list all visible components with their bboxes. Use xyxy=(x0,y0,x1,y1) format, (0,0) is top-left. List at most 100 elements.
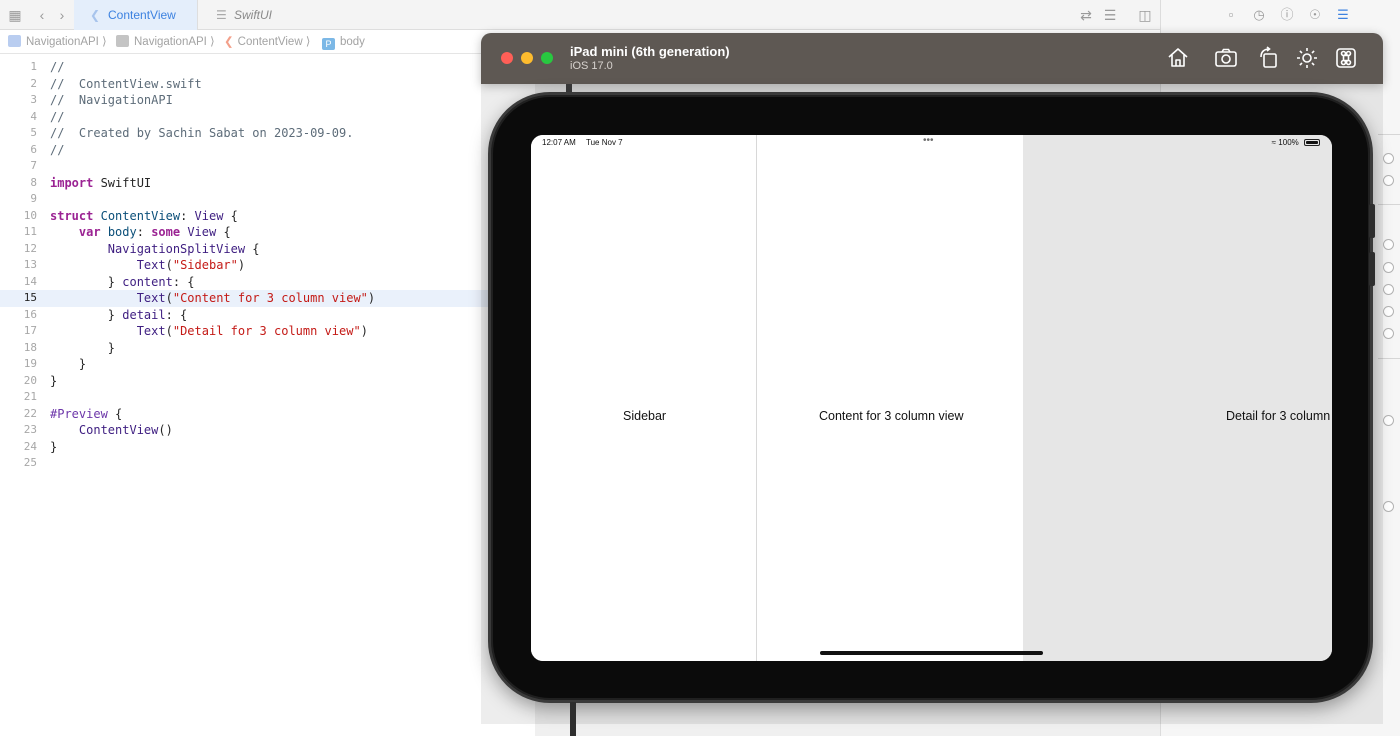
code-line[interactable]: 1 // xyxy=(0,59,490,76)
code-line[interactable]: 10 struct ContentView: View { xyxy=(0,208,490,225)
line-number: 15 xyxy=(23,291,37,304)
code-text: // xyxy=(50,142,65,157)
code-text: // NavigationAPI xyxy=(50,93,173,107)
help-icon[interactable]: ⓘ xyxy=(1279,7,1295,23)
home-indicator[interactable] xyxy=(820,651,1043,655)
code-line[interactable]: 20} xyxy=(0,373,490,390)
simulator-title-bar[interactable]: iPad mini (6th generation) iOS 17.0 xyxy=(481,33,1383,84)
code-line[interactable]: 25 xyxy=(0,455,490,472)
radio-button[interactable] xyxy=(1383,175,1394,186)
radio-button[interactable] xyxy=(1383,306,1394,317)
radio-button[interactable] xyxy=(1383,328,1394,339)
code-line[interactable]: 3 // NavigationAPI xyxy=(0,92,490,109)
code-line[interactable]: 11 var body: some View { xyxy=(0,224,490,241)
line-number: 16 xyxy=(23,307,37,321)
line-number: 3 xyxy=(30,93,37,106)
sidebar-column[interactable]: Sidebar xyxy=(531,135,757,661)
code-line[interactable]: 9 xyxy=(0,191,490,208)
code-line[interactable]: 16 } detail: { xyxy=(0,307,490,324)
radio-button[interactable] xyxy=(1383,153,1394,164)
code-text: Text("Sidebar") xyxy=(136,258,246,272)
code-line[interactable]: 24} xyxy=(0,439,490,456)
accessibility-icon[interactable]: ☉ xyxy=(1307,7,1323,23)
forward-chevron-icon[interactable]: › xyxy=(54,7,70,23)
detail-column[interactable]: Detail for 3 column view xyxy=(1023,135,1332,661)
zoom-window-button[interactable] xyxy=(541,52,553,64)
code-text: } xyxy=(50,357,87,371)
breadcrumb-file[interactable]: ❮ ContentView ⟩ xyxy=(224,30,310,54)
home-icon[interactable] xyxy=(1166,46,1190,70)
code-line[interactable]: 21 xyxy=(0,389,490,406)
line-number: 5 xyxy=(30,126,37,139)
detail-text: Detail for 3 column view xyxy=(1226,409,1332,423)
appearance-icon[interactable] xyxy=(1295,46,1319,70)
xcode-window: ▦ ‹ › ❮ ContentView ☰ SwiftUI ⇄ ☰ ◫ Navi… xyxy=(0,0,1400,736)
line-number: 10 xyxy=(23,208,37,222)
ipad-screen[interactable]: Sidebar Content for 3 column view Detail… xyxy=(531,135,1332,661)
code-line[interactable]: 8 import SwiftUI xyxy=(0,175,490,192)
code-line[interactable]: 4 // xyxy=(0,109,490,126)
breadcrumb-project[interactable]: NavigationAPI ⟩ xyxy=(8,30,107,54)
code-line[interactable]: 5 // Created by Sachin Sabat on 2023-09-0… xyxy=(0,125,490,142)
line-number: 17 xyxy=(23,324,37,337)
code-line[interactable]: 13 Text("Sidebar") xyxy=(0,257,490,274)
line-number: 7 xyxy=(30,159,37,172)
attributes-icon[interactable]: ☰ xyxy=(1335,7,1351,23)
status-time: 12:07 AM xyxy=(542,138,576,147)
close-window-button[interactable] xyxy=(501,52,513,64)
tab-label: ContentView xyxy=(108,8,176,22)
code-editor[interactable]: 1 // 2 // ContentView.swift 3 // NavigationAP… xyxy=(0,56,535,736)
content-text: Content for 3 column view xyxy=(819,409,964,423)
code-text: // xyxy=(50,109,65,124)
line-number: 1 xyxy=(30,60,37,73)
code-line[interactable]: 23 ContentView() xyxy=(0,422,490,439)
device-edge xyxy=(570,702,576,736)
file-icon[interactable]: ▫ xyxy=(1223,7,1239,23)
screenshot-icon[interactable] xyxy=(1214,46,1238,70)
radio-button[interactable] xyxy=(1383,262,1394,273)
code-text: } xyxy=(50,340,116,355)
code-text: } xyxy=(50,439,58,454)
tab-swiftui[interactable]: ☰ SwiftUI xyxy=(200,0,320,30)
code-line[interactable]: 12 NavigationSplitView { xyxy=(0,241,490,258)
status-right: ≈ 100% xyxy=(1272,138,1320,147)
framework-stack-icon: ☰ xyxy=(216,8,227,22)
swap-arrows-icon[interactable]: ⇄ xyxy=(1078,7,1094,23)
code-line[interactable]: 14 } content: { xyxy=(0,274,490,291)
grid-icon[interactable]: ▦ xyxy=(7,7,23,23)
breadcrumb-symbol[interactable]: Pbody xyxy=(322,30,365,54)
code-line[interactable]: 18 } xyxy=(0,340,490,357)
line-number: 11 xyxy=(23,225,37,238)
code-line[interactable]: 2 // ContentView.swift xyxy=(0,76,490,93)
radio-button[interactable] xyxy=(1383,284,1394,295)
multitasking-dots[interactable]: ••• xyxy=(923,135,934,146)
code-text: // ContentView.swift xyxy=(50,76,202,91)
line-number: 20 xyxy=(23,373,37,387)
code-line[interactable]: 22 #Preview { xyxy=(0,406,490,423)
breadcrumb-folder[interactable]: NavigationAPI ⟩ xyxy=(116,30,215,54)
radio-button[interactable] xyxy=(1383,239,1394,250)
split-editor-icon[interactable]: ◫ xyxy=(1137,7,1153,23)
line-number: 18 xyxy=(23,340,37,354)
code-line[interactable]: 7 xyxy=(0,158,490,175)
rotate-icon[interactable] xyxy=(1257,46,1281,70)
back-chevron-icon[interactable]: ‹ xyxy=(34,7,50,23)
code-line[interactable]: 17 Text("Detail for 3 column view") xyxy=(0,323,490,340)
volume-up-button xyxy=(1369,204,1375,238)
tab-label: SwiftUI xyxy=(234,8,273,22)
content-column[interactable]: Content for 3 column view xyxy=(758,135,1023,661)
code-line[interactable]: 15 Text("Content for 3 column view") xyxy=(0,290,490,307)
radio-button[interactable] xyxy=(1383,415,1394,426)
code-text: NavigationSplitView { xyxy=(107,241,260,256)
radio-button[interactable] xyxy=(1383,501,1394,512)
property-icon: P xyxy=(322,38,335,50)
line-number: 25 xyxy=(23,456,37,469)
command-icon[interactable] xyxy=(1334,46,1358,70)
minimize-window-button[interactable] xyxy=(521,52,533,64)
history-icon[interactable]: ◷ xyxy=(1251,7,1267,23)
line-number: 21 xyxy=(23,390,37,403)
code-line[interactable]: 19 } xyxy=(0,356,490,373)
editor-options-icon[interactable]: ☰ xyxy=(1102,7,1118,23)
tab-content-view[interactable]: ❮ ContentView xyxy=(74,0,198,30)
code-line[interactable]: 6 // xyxy=(0,142,490,159)
